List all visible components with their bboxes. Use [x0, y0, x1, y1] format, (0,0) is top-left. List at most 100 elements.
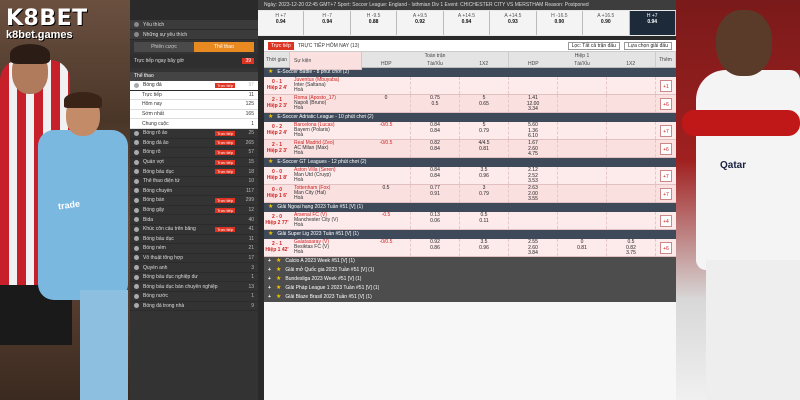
star-icon[interactable]: ★ [268, 158, 273, 167]
odds-cell[interactable]: H -7 0.94 [304, 11, 351, 35]
live-button[interactable]: Trực tiếp [268, 41, 294, 50]
league-header[interactable]: ★ Giải Ngoại hạng 2023 Tuần #51 [V] (1) [264, 203, 676, 212]
odds-column[interactable] [509, 77, 558, 94]
star-icon[interactable]: ★ [268, 113, 273, 122]
brand-logo[interactable]: K8BET k8bet.games [6, 6, 110, 44]
odds-column[interactable] [558, 212, 607, 229]
odds-column[interactable]: 3.5 0.96 [460, 239, 509, 256]
league-header[interactable]: ★ E-Soccer Battle - 8 phút chơi (2) [264, 68, 676, 77]
odds-column[interactable]: -0.5 [362, 212, 411, 229]
league-header[interactable]: ★ E-Soccer Adriatic League - 10 phút chơi… [264, 113, 676, 122]
star-icon[interactable]: ★ [276, 293, 281, 302]
odds-column[interactable]: 0.77 0.91 [411, 185, 460, 202]
odds-column[interactable] [607, 167, 656, 184]
football-sub-item[interactable]: Sớm nhất 165 [130, 109, 258, 120]
expand-icon[interactable]: + [268, 257, 276, 266]
odds-column[interactable] [558, 95, 607, 112]
expand-icon[interactable]: + [268, 266, 276, 275]
odds-column[interactable] [558, 77, 607, 94]
odds-column[interactable]: 5 0.79 [460, 122, 509, 139]
odds-cell[interactable]: H -16.5 0.90 [536, 11, 584, 35]
sidebar-item-sport[interactable]: Bóng rổ ảo Trực tiếp 25 [130, 129, 258, 139]
odds-column[interactable] [607, 77, 656, 94]
sidebar-item-sport[interactable]: Bóng bầu dục nghiệp dư 1 [130, 273, 258, 283]
odds-column[interactable] [411, 77, 460, 94]
league-header-collapsed[interactable]: + ★ Giải mở Quốc gia 2023 Tuần #51 [V] (1) [264, 266, 676, 275]
odds-column[interactable]: 0.5 [362, 185, 411, 202]
more-markets-button[interactable]: +4 [660, 214, 672, 227]
odds-cell[interactable]: H -9.5 0.88 [350, 11, 398, 35]
odds-column[interactable]: 0.84 0.84 [411, 122, 460, 139]
odds-column[interactable]: -0/0.5 [362, 122, 411, 139]
sidebar-item-sport[interactable]: Bóng ném 21 [130, 244, 258, 254]
tab-bet-session[interactable]: Phiên cược [134, 42, 194, 52]
sidebar-item-sport[interactable]: Bóng bầu dục bán chuyên nghiệp 13 [130, 282, 258, 293]
sidebar-item-sport[interactable]: Bida 40 [130, 215, 258, 225]
sidebar-item-sport[interactable]: Bóng gậy Trực tiếp 12 [130, 206, 258, 216]
odds-column[interactable]: 0.75 0.5 [411, 95, 460, 112]
star-icon[interactable]: ★ [268, 68, 273, 77]
sidebar-item-sport[interactable]: Quần vợt Trực tiếp 15 [130, 158, 258, 168]
star-icon[interactable]: ★ [268, 203, 273, 212]
sidebar-item-sport[interactable]: Khúc côn cầu trên băng Trực tiếp 41 [130, 225, 258, 235]
odds-column[interactable]: 2.12 2.52 3.53 [509, 167, 558, 184]
odds-column[interactable] [362, 77, 411, 94]
star-icon[interactable]: ★ [276, 257, 281, 266]
odds-column[interactable]: 0.13 0.06 [411, 212, 460, 229]
more-markets-button[interactable]: +6 [660, 142, 672, 155]
match-filter-select[interactable]: Lọc: Tất cả trận đấu [567, 41, 620, 50]
odds-column[interactable]: 0.84 0.84 [411, 167, 460, 184]
tab-sports[interactable]: Thể thao [194, 42, 254, 52]
sidebar-item-sport[interactable]: Vô thuật tổng hợp 17 [130, 254, 258, 264]
star-icon[interactable]: ★ [268, 230, 273, 239]
sidebar-item-sport[interactable]: Bóng chuyền 117 [130, 187, 258, 197]
odds-cell[interactable]: A +16.5 0.90 [583, 11, 630, 35]
odds-cell[interactable]: A +9.5 0.92 [397, 11, 444, 35]
odds-column[interactable] [607, 122, 656, 139]
league-header[interactable]: ★ E-Soccer GT Leagues - 12 phút chơi (2) [264, 158, 676, 167]
odds-column[interactable] [607, 212, 656, 229]
odds-column[interactable] [558, 122, 607, 139]
odds-cell[interactable]: A +14.5 0.93 [490, 11, 537, 35]
odds-column[interactable]: 5 0.65 [460, 95, 509, 112]
league-header-collapsed[interactable]: + ★ Calcio A 2023 Week #51 [V] (1) [264, 257, 676, 266]
odds-column[interactable] [607, 185, 656, 202]
odds-column[interactable] [558, 167, 607, 184]
more-markets-button[interactable]: +7 [660, 187, 672, 200]
odds-column[interactable]: 0.5 0.82 3.75 [607, 239, 656, 256]
more-markets-button[interactable]: +7 [660, 124, 672, 137]
more-markets-button[interactable]: +7 [660, 169, 672, 182]
odds-column[interactable]: 3 0.79 [460, 185, 509, 202]
odds-column[interactable]: 0.92 0.86 [411, 239, 460, 256]
star-icon[interactable]: ★ [276, 284, 281, 293]
sidebar-item-sport[interactable]: Bóng bầu dục 11 [130, 235, 258, 245]
odds-cell[interactable]: H +7 0.94 [258, 11, 305, 35]
odds-column[interactable]: -0/0.5 [362, 140, 411, 157]
expand-icon[interactable]: + [268, 293, 276, 302]
sidebar-item-sport[interactable]: Bóng nước 1 [130, 292, 258, 302]
league-header-collapsed[interactable]: + ★ Giải Blaze Brasil 2023 Tuần #51 [V] (1… [264, 293, 676, 302]
sidebar-item-sport[interactable]: Bóng đá trong nhà 9 [130, 302, 258, 312]
more-markets-button[interactable]: +6 [660, 241, 672, 254]
odds-column[interactable] [607, 95, 656, 112]
star-icon[interactable]: ★ [276, 266, 281, 275]
football-sub-item[interactable]: Trực tiếp 11 [130, 90, 258, 101]
odds-column[interactable]: 2.55 2.60 3.84 [509, 239, 558, 256]
odds-column[interactable] [607, 140, 656, 157]
more-markets-button[interactable]: +6 [660, 97, 672, 110]
odds-column[interactable]: 2.63 2.00 3.55 [509, 185, 558, 202]
sidebar-item-sport[interactable]: Bóng bàn Trực tiếp 299 [130, 196, 258, 206]
league-header-collapsed[interactable]: + ★ Bundesliga 2023 Week #51 [V] (1) [264, 275, 676, 284]
sidebar-item-sport[interactable]: Bóng bầu dục Trực tiếp 18 [130, 167, 258, 177]
sidebar-item-sport[interactable]: Bóng rổ Trực tiếp 57 [130, 148, 258, 158]
live-now-item[interactable]: Trực tiếp ngay bây giờ 39 [130, 54, 258, 68]
odds-column[interactable]: 0 0.81 [558, 239, 607, 256]
odds-column[interactable]: 0.82 0.84 [411, 140, 460, 157]
sidebar-item-football[interactable]: Bóng đá Trực tiếp 97 [130, 81, 258, 91]
favorite-sports-item[interactable]: Những sự yêu thích [130, 30, 258, 40]
league-filter-button[interactable]: Lựa chọn giải đấu [623, 41, 672, 50]
odds-column[interactable] [460, 77, 509, 94]
odds-column[interactable] [362, 167, 411, 184]
league-header[interactable]: ★ Giải Super Lig 2023 Tuần #51 [V] (1) [264, 230, 676, 239]
league-header-collapsed[interactable]: + ★ Giải Pháp League 1 2023 Tuần #51 [V] (… [264, 284, 676, 293]
